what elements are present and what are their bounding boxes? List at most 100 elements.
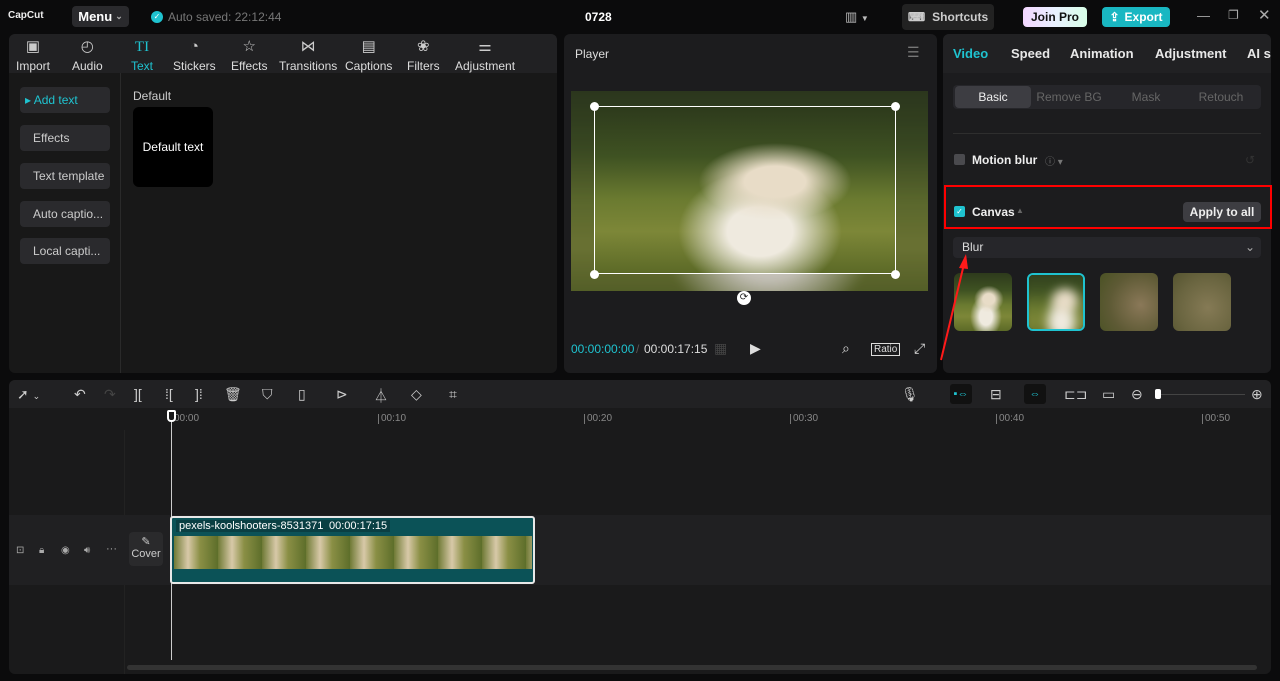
sidebar-item-text-template[interactable]: Text template (20, 163, 110, 189)
freeze-icon[interactable]: ▯ (298, 386, 306, 403)
ruler-tick: 00:10 (378, 414, 406, 424)
preview-icon[interactable]: ▭ (1102, 386, 1115, 403)
sidebar-item-local-captions[interactable]: Local capti... (20, 238, 110, 264)
linkage-icon[interactable]: ⇔ (1024, 384, 1046, 404)
tab-animation[interactable]: Animation (1070, 46, 1134, 61)
waveform-icon[interactable]: ▦ (714, 340, 727, 357)
cover-label: Cover (131, 548, 161, 560)
motion-blur-checkbox[interactable] (954, 154, 965, 165)
tab-ai-stylize[interactable]: AI st (1247, 46, 1271, 61)
reset-icon[interactable]: ↺ (1245, 153, 1255, 167)
cover-button[interactable]: ✎ Cover (129, 532, 163, 566)
redo-icon[interactable]: ↷ (104, 386, 116, 403)
undo-icon[interactable]: ↶ (74, 386, 86, 403)
volume-icon[interactable]: 🔊︎ (84, 545, 90, 556)
mirror-icon[interactable]: ⏃ (374, 386, 388, 406)
select-tool-icon[interactable]: ➚ ⌄ (17, 386, 40, 403)
menu-button[interactable]: Menu ⌄ (72, 6, 129, 27)
play-icon[interactable]: ▶ (750, 340, 761, 357)
resize-handle[interactable] (590, 270, 599, 279)
tab-stickers[interactable]: ◔ Stickers (173, 38, 216, 73)
restore-icon[interactable]: ❐ (1228, 8, 1239, 22)
sidebar-item-add-text[interactable]: ▸ Add text (20, 87, 110, 113)
delete-icon[interactable]: 🗑︎ (224, 386, 242, 403)
subtab-basic[interactable]: Basic (955, 86, 1031, 108)
resize-handle[interactable] (590, 102, 599, 111)
crop-icon[interactable]: ⌗ (449, 386, 457, 403)
main-track-magnet-icon[interactable]: ▪⇔ (950, 384, 972, 404)
ruler-tick: 00:30 (790, 414, 818, 424)
tab-video[interactable]: Video (953, 46, 988, 61)
edit-icon: ✎ (141, 536, 151, 548)
split-icon[interactable]: ][ (134, 386, 142, 402)
export-button[interactable]: ⇪ Export (1102, 7, 1170, 27)
blur-option-strong[interactable] (1173, 273, 1231, 331)
canvas-label: Canvas (972, 205, 1015, 219)
captions-icon: ▤ (361, 38, 376, 55)
split-left-icon[interactable]: ⁞[ (165, 386, 173, 402)
tab-transitions[interactable]: ⋈ Transitions (279, 38, 337, 73)
zoom-in-icon[interactable]: ⊕ (1251, 386, 1263, 403)
sidebar-item-auto-captions[interactable]: Auto captio... (20, 201, 110, 227)
help-icon[interactable]: ⓘ ▾ (1045, 153, 1063, 168)
tab-text[interactable]: TI Text (131, 38, 153, 73)
blur-option-selected[interactable] (1027, 273, 1085, 331)
ruler-tick: 00:50 (1202, 414, 1230, 424)
track-video-icon[interactable]: ⊡ (16, 545, 24, 556)
default-text-card[interactable]: Default text (133, 107, 213, 187)
zoom-out-icon[interactable]: ⊖ (1131, 386, 1143, 403)
tab-audio[interactable]: ◴ Audio (72, 38, 103, 73)
join-pro-button[interactable]: Join Pro (1023, 7, 1087, 27)
video-clip[interactable]: pexels-koolshooters-8531371 00:00:17:15 (170, 516, 535, 584)
apply-to-all-button[interactable]: Apply to all (1183, 202, 1261, 222)
zoom-slider-handle[interactable] (1155, 389, 1161, 399)
tab-adjustment[interactable]: Adjustment (1155, 46, 1227, 61)
split-preview-icon[interactable]: ⊏⊐ (1064, 386, 1087, 403)
layout-icon[interactable]: ▥ ▼ (845, 9, 869, 25)
tab-adjustment[interactable]: ⚌ Adjustment (455, 38, 515, 73)
tab-filters[interactable]: ❀ Filters (407, 38, 440, 73)
split-right-icon[interactable]: ]⁞ (195, 386, 203, 402)
canvas-type-select[interactable]: Blur ⌄ (953, 237, 1261, 258)
minimize-icon[interactable]: — (1197, 8, 1210, 23)
menu-icon[interactable]: ☰ (907, 44, 920, 61)
capcut-logo: CapCut (8, 10, 44, 21)
blur-option-medium[interactable] (1100, 273, 1158, 331)
keyboard-icon: ⌨ (907, 10, 926, 24)
tab-effects[interactable]: ☆ Effects (231, 38, 267, 73)
auto-snap-icon[interactable]: ⊟ (990, 386, 1002, 403)
lock-icon[interactable]: 🔒︎ (39, 545, 44, 556)
eye-icon[interactable]: ◉ (61, 545, 70, 556)
microphone-icon[interactable]: 🎙︎ (901, 386, 919, 403)
rotate-icon[interactable]: ⟳ (737, 291, 751, 305)
horizontal-scrollbar[interactable] (127, 665, 1257, 670)
current-time: 00:00:00:00 (571, 342, 635, 356)
more-icon[interactable]: ··· (106, 543, 117, 555)
tab-label: Transitions (279, 59, 338, 73)
tab-import[interactable]: ▣ Import (16, 38, 50, 73)
subtab-mask[interactable]: Mask (1115, 86, 1177, 108)
marker-icon[interactable]: ⛉ (262, 386, 273, 403)
ruler-tick: 00:00 (174, 413, 200, 424)
reverse-icon[interactable]: ⊳ (336, 386, 348, 403)
shortcuts-button[interactable]: ⌨ Shortcuts (902, 4, 994, 30)
ratio-button[interactable]: Ratio (871, 343, 901, 356)
close-icon[interactable]: ✕ (1258, 6, 1271, 24)
chevron-up-icon[interactable]: ▲ (1016, 206, 1024, 215)
tab-speed[interactable]: Speed (1011, 46, 1050, 61)
rotate-icon[interactable]: ◇ (411, 386, 422, 403)
resize-handle[interactable] (891, 102, 900, 111)
video-preview[interactable] (571, 91, 928, 291)
resize-handle[interactable] (891, 270, 900, 279)
fullscreen-icon[interactable]: ⤢ (914, 340, 925, 357)
title-bar: CapCut Menu ⌄ ✓ Auto saved: 22:12:44 0728… (0, 0, 1280, 34)
subtab-remove-bg[interactable]: Remove BG (1033, 86, 1105, 108)
playhead-handle[interactable] (167, 410, 176, 422)
canvas-checkbox[interactable]: ✓ (954, 206, 965, 217)
zoom-slider[interactable] (1160, 394, 1245, 395)
sidebar-item-effects[interactable]: Effects (20, 125, 110, 151)
section-title: Default (133, 89, 172, 103)
tab-captions[interactable]: ▤ Captions (345, 38, 392, 73)
subtab-retouch[interactable]: Retouch (1185, 86, 1257, 108)
zoom-fit-icon[interactable]: ⌕ (842, 340, 850, 357)
